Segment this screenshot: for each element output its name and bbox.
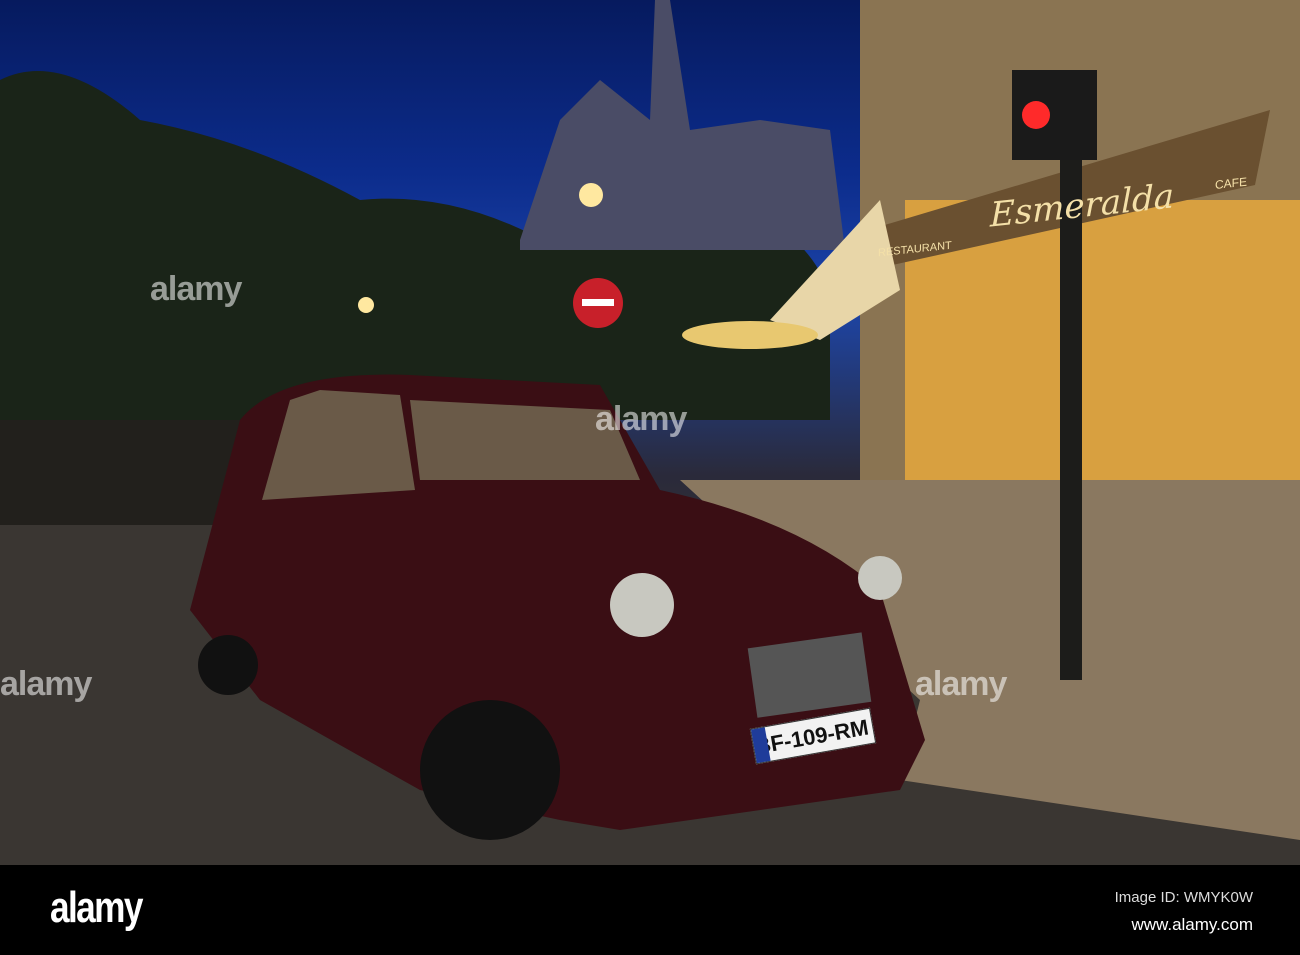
car-wheel — [420, 700, 560, 840]
watermark: alamy — [595, 400, 687, 438]
site-url: www.alamy.com — [1131, 915, 1253, 934]
alamy-logo: alamy — [50, 883, 143, 932]
street-lamp — [579, 183, 603, 207]
footer-bar: alamy Image ID: WMYK0W www.alamy.com — [0, 865, 1300, 955]
watermark: alamy — [150, 270, 242, 308]
image-id: Image ID: WMYK0W — [1114, 889, 1253, 906]
headlight — [858, 556, 902, 600]
headlight — [610, 573, 674, 637]
photo: Esmeralda RESTAURANT CAFE BF-109-RM alam… — [0, 0, 1300, 865]
cafe-name: Esmeralda — [990, 176, 1175, 236]
restaurant-label: RESTAURANT — [878, 239, 952, 260]
umbrella — [682, 321, 818, 349]
sign-bar — [582, 299, 614, 306]
watermark: alamy — [915, 665, 1007, 703]
cafe-label: CAFE — [1214, 174, 1247, 192]
car-wheel — [198, 635, 258, 695]
cathedral — [520, 0, 845, 250]
watermark: alamy — [0, 665, 92, 703]
red-pedestrian-light — [1022, 101, 1050, 129]
street-lamp — [358, 297, 374, 313]
